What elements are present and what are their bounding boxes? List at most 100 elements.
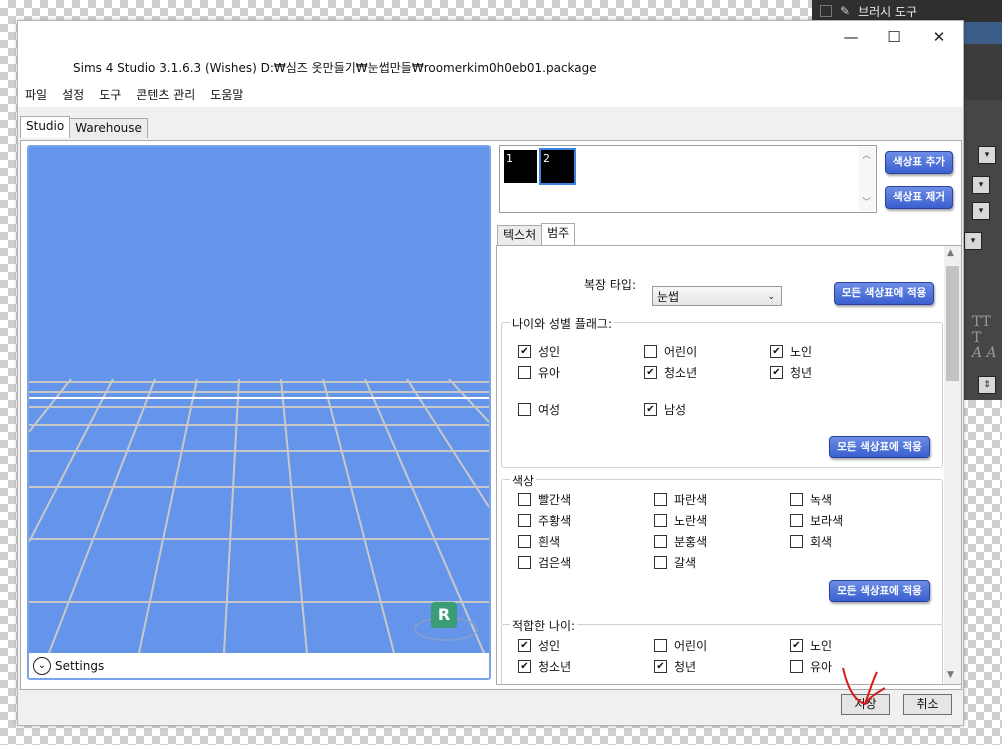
checkbox-green[interactable]: 녹색	[790, 491, 832, 508]
checkbox-child[interactable]: 어린이	[644, 343, 697, 360]
checkbox-box[interactable]	[790, 493, 803, 506]
checkbox-pink[interactable]: 분홍색	[654, 533, 707, 550]
checkbox-box[interactable]	[790, 535, 803, 548]
checkbox-box[interactable]	[790, 514, 803, 527]
chevron-down-circle-icon[interactable]: ⌄	[33, 656, 51, 675]
tab-texture[interactable]: 텍스처	[497, 225, 543, 245]
checkbox-box[interactable]	[654, 639, 667, 652]
chevron-up-icon[interactable]: ︿	[862, 148, 871, 161]
apply-all-button[interactable]: 모든 색상표에 적용	[829, 580, 930, 602]
checkbox-box[interactable]	[790, 639, 803, 652]
swatch-item-selected[interactable]: 2	[539, 148, 576, 185]
swatch-scrollbar[interactable]: ︿ ﹀	[859, 147, 875, 211]
checkbox-teen[interactable]: 청소년	[518, 658, 571, 675]
brush-icon: ✎	[840, 4, 851, 18]
checkbox-child[interactable]: 어린이	[654, 637, 707, 654]
checkbox-black[interactable]: 검은색	[518, 554, 571, 571]
checkbox-orange[interactable]: 주황색	[518, 512, 571, 529]
checkbox-purple[interactable]: 보라색	[790, 512, 843, 529]
checkbox-label: 노인	[790, 345, 813, 359]
checkbox-box[interactable]	[654, 556, 667, 569]
checkbox-box[interactable]	[518, 660, 531, 673]
apply-all-button[interactable]: 모든 색상표에 적용	[834, 282, 934, 305]
checkbox-yellow[interactable]: 노란색	[654, 512, 707, 529]
checkbox-blue[interactable]: 파란색	[654, 491, 707, 508]
checkbox-young-adult[interactable]: 청년	[654, 658, 696, 675]
checkbox-box[interactable]	[518, 556, 531, 569]
checkbox-box[interactable]	[518, 535, 531, 548]
scroll-thumb[interactable]	[946, 266, 959, 381]
checkbox-male[interactable]: 남성	[644, 401, 686, 418]
cancel-button[interactable]: 취소	[903, 694, 952, 715]
checkbox-box[interactable]	[518, 345, 531, 358]
checkbox-label: 청소년	[538, 660, 572, 674]
checkbox-box[interactable]	[518, 514, 531, 527]
checkbox-box[interactable]	[644, 366, 657, 379]
checkbox-white[interactable]: 흰색	[518, 533, 560, 550]
checkbox-box[interactable]	[654, 660, 667, 673]
preview-viewport[interactable]: R ⌄ Settings	[27, 145, 491, 680]
menu-file[interactable]: 파일	[25, 86, 47, 103]
checkbox-box[interactable]	[790, 660, 803, 673]
checkbox-label: 파란색	[674, 493, 708, 507]
checkbox-gray[interactable]: 회색	[790, 533, 832, 550]
checkbox-box[interactable]	[770, 345, 783, 358]
checkbox-box[interactable]	[518, 403, 531, 416]
remove-swatch-button[interactable]: 색상표 제거	[885, 186, 953, 209]
checkbox-box[interactable]	[654, 493, 667, 506]
menu-content-management[interactable]: 콘텐츠 관리	[136, 86, 195, 103]
chevron-up-icon[interactable]: ▲	[947, 248, 954, 258]
menu-bar: 파일 설정 도구 콘텐츠 관리 도움말	[18, 81, 963, 107]
tab-category[interactable]: 범주	[541, 223, 576, 245]
apply-all-button[interactable]: 모든 색상표에 적용	[829, 436, 930, 458]
checkbox-label: 갈색	[674, 556, 697, 570]
chevron-down-icon[interactable]: ▼	[947, 670, 954, 680]
checkbox-box[interactable]	[770, 366, 783, 379]
checkbox-box[interactable]	[654, 514, 667, 527]
clothing-type-select[interactable]: 눈썹 ⌄	[652, 286, 782, 306]
checkbox-adult[interactable]: 성인	[518, 637, 560, 654]
checkbox-box[interactable]	[518, 493, 531, 506]
maximize-button[interactable]: ☐	[871, 23, 917, 51]
checkbox-red[interactable]: 빨간색	[518, 491, 571, 508]
text-style-glyph: A A	[972, 345, 997, 361]
swatch-item[interactable]: 1	[504, 150, 537, 183]
tab-studio[interactable]: Studio	[20, 116, 71, 138]
minimize-button[interactable]: —	[828, 23, 874, 51]
category-scrollbar[interactable]: ▲ ▼	[944, 246, 961, 684]
checkbox-female[interactable]: 여성	[518, 401, 560, 418]
close-button[interactable]: ✕	[916, 23, 962, 51]
checkbox-box[interactable]	[518, 366, 531, 379]
checkbox-elder[interactable]: 노인	[790, 637, 832, 654]
settings-toggle[interactable]: ⌄ Settings	[29, 653, 489, 678]
checkbox-teen[interactable]: 청소년	[644, 364, 697, 381]
preview-canvas[interactable]: R	[29, 147, 489, 653]
checkbox-label: 검은색	[538, 556, 572, 570]
sims4studio-window: Sims 4 Studio 3.1.6.3 (Wishes) D:₩심즈 옷만들…	[17, 20, 964, 726]
settings-label[interactable]: Settings	[55, 659, 104, 673]
checkbox-box[interactable]	[644, 345, 657, 358]
menu-help[interactable]: 도움말	[210, 86, 243, 103]
checkbox-box[interactable]	[644, 403, 657, 416]
checkbox-label: 노란색	[674, 514, 708, 528]
chevron-down-icon[interactable]: ﹀	[862, 195, 871, 208]
age-gender-group: 나이와 성별 플래그: 성인 어린이 노인 유아 청소년 청년 여성 남성 모든…	[501, 315, 943, 468]
checkbox-label: 성인	[538, 345, 561, 359]
checkbox-label: 어린이	[674, 639, 708, 653]
menu-settings[interactable]: 설정	[62, 86, 84, 103]
checkbox-toddler[interactable]: 유아	[790, 658, 832, 675]
add-swatch-button[interactable]: 색상표 추가	[885, 151, 953, 174]
checkbox-brown[interactable]: 갈색	[654, 554, 696, 571]
checkbox-box[interactable]	[518, 639, 531, 652]
checkbox-box[interactable]	[654, 535, 667, 548]
main-tabs: Studio Warehouse	[20, 116, 148, 140]
tab-warehouse[interactable]: Warehouse	[69, 118, 148, 138]
background-brush-tool-row: ✎ 브러시 도구	[812, 0, 1002, 22]
swatch-list: 1 2 ︿ ﹀	[499, 145, 877, 213]
checkbox-young-adult[interactable]: 청년	[770, 364, 812, 381]
checkbox-adult[interactable]: 성인	[518, 343, 560, 360]
checkbox-elder[interactable]: 노인	[770, 343, 812, 360]
menu-tools[interactable]: 도구	[99, 86, 121, 103]
checkbox-toddler[interactable]: 유아	[518, 364, 560, 381]
chevron-down-icon: ▾	[978, 146, 996, 164]
